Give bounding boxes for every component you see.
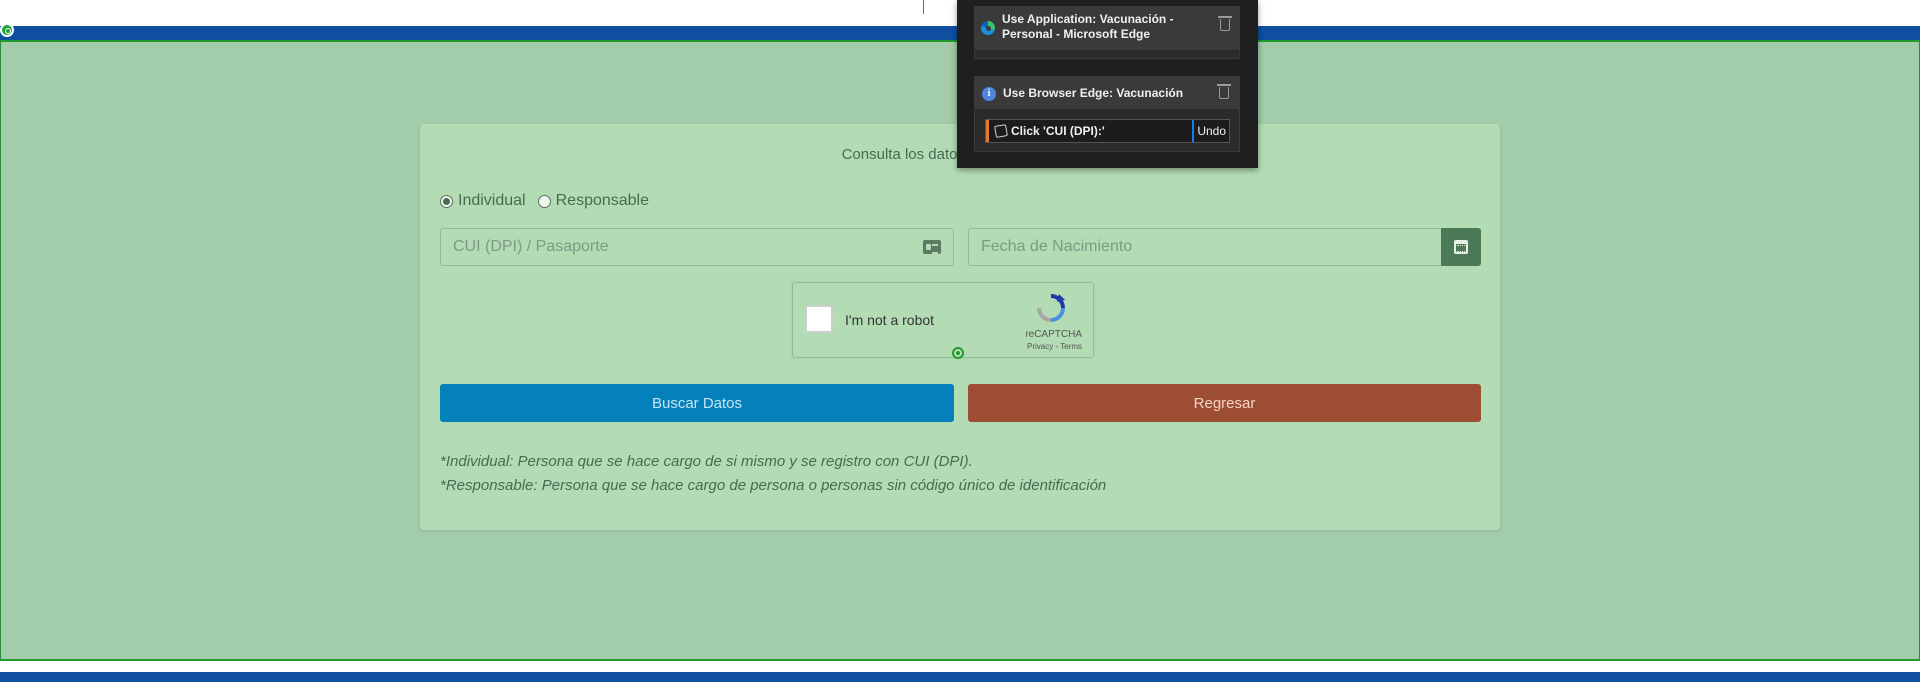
recorder-step-browser-label: Use Browser Edge: Vacunación [1003,86,1184,100]
recorder-panel: Use Application: Vacunación - Personal -… [957,0,1258,168]
help-notes: *Individual: Persona que se hace cargo d… [440,450,1106,498]
recaptcha-logo-icon [1037,294,1065,322]
recorder-step-drop-area [974,50,1240,59]
recaptcha-links[interactable]: Privacy - Terms [1027,342,1082,351]
click-icon [994,124,1008,138]
birthdate-field [968,228,1442,266]
footer-blue-band [0,672,1920,682]
recorder-step-browser-header: i Use Browser Edge: Vacunación [975,77,1239,109]
undo-button[interactable]: Undo [1192,120,1229,142]
birthdate-input[interactable] [969,229,1442,265]
info-icon: i [982,87,996,101]
cui-input[interactable] [441,229,953,265]
recorder-step-browser[interactable]: i Use Browser Edge: Vacunación Click 'CU… [974,76,1240,152]
radio-responsable[interactable] [537,194,551,208]
calendar-button[interactable] [1441,228,1481,266]
text-caret [923,0,924,14]
footer-white-band [0,661,1920,672]
recorder-click-step[interactable]: Click 'CUI (DPI):' Undo [985,119,1230,143]
radio-responsable-label[interactable]: Responsable [556,192,649,210]
recorder-step-application[interactable]: Use Application: Vacunación - Personal -… [974,6,1240,59]
click-step-label: Click 'CUI (DPI):' [1011,124,1105,138]
vaccination-query-card: Consulta los datos de vacunación q Indiv… [420,124,1500,530]
radio-individual-label[interactable]: Individual [458,192,526,210]
person-type-radio-group: Individual Responsable [440,192,661,210]
cui-field [440,228,954,266]
radio-individual[interactable] [440,194,453,208]
recaptcha-brand: reCAPTCHA [1025,329,1082,340]
back-button[interactable]: Regresar [968,384,1481,422]
click-step-accent [986,120,989,142]
note-individual: *Individual: Persona que se hace cargo d… [440,453,973,470]
trash-icon[interactable] [1218,16,1232,31]
recaptcha-checkbox[interactable] [805,305,833,333]
note-responsable: *Responsable: Persona que se hace cargo … [440,477,1107,494]
trash-icon[interactable] [1217,84,1231,99]
calendar-icon [1454,240,1468,254]
target-icon [0,23,14,37]
id-card-icon [923,240,941,254]
edge-icon [981,21,995,35]
search-data-button[interactable]: Buscar Datos [440,384,954,422]
recorder-step-application-label: Use Application: Vacunación - Personal -… [1002,12,1174,41]
recaptcha-label: I'm not a robot [845,312,935,328]
selection-border-left [0,40,1,660]
target-icon [952,347,964,359]
recaptcha-widget: I'm not a robot reCAPTCHA Privacy - Term… [792,282,1094,358]
